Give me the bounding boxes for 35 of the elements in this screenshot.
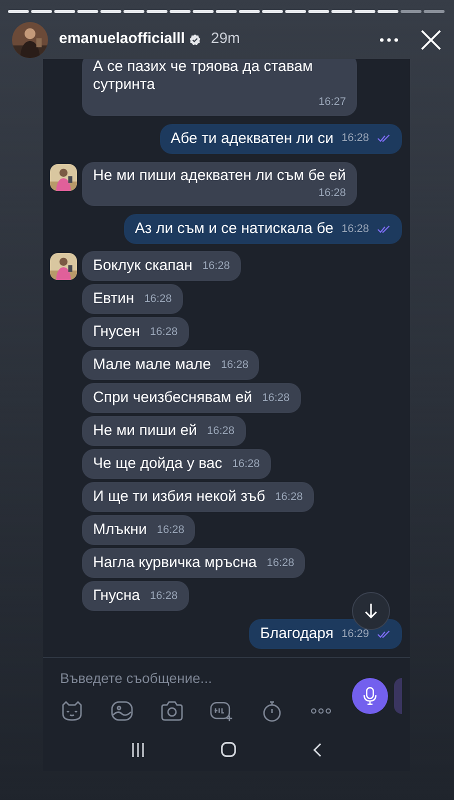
message-time: 16:28 [220, 358, 248, 373]
message-text: Гнусен [93, 322, 140, 342]
message-text: Благодаря [260, 624, 334, 644]
message-text: И ще ти избия некой зъб [93, 487, 266, 507]
message-text: Абе ти адекватен ли си [170, 128, 334, 148]
message-time: 16:28 [202, 258, 230, 274]
message-time: 16:28 [144, 292, 172, 307]
message-time: 16:28 [341, 222, 369, 237]
message-time: 16:28 [318, 186, 346, 200]
message-time: 16:28 [150, 324, 178, 340]
message-text: Не ми пиши ей [93, 421, 198, 441]
message-text: Спри чеизбеснявам ей [93, 388, 252, 408]
message-time: 16:28 [275, 490, 303, 505]
message-text: Аз ли съм и се натискала бе [134, 219, 334, 239]
message-text: А се пазих че тряова да ставам сутринта [93, 59, 314, 94]
message-text: Не ми пиши адекватен ли съм бе ей [93, 166, 346, 184]
message-text: Нагла курвичка мръсна [93, 553, 257, 573]
message-text: Че ще дойда у вас [93, 454, 222, 474]
message-time: 16:28 [150, 588, 178, 604]
message-text: Млъкни [93, 520, 147, 540]
message-time: 16:28 [266, 556, 294, 571]
message-field[interactable]: Въведете съобщение... [60, 668, 320, 689]
message-text: Боклук скапан [93, 256, 192, 276]
message-time: 16:28 [156, 522, 184, 538]
message-time: 16:28 [232, 456, 260, 472]
message-time: 16:28 [207, 424, 235, 439]
message-text: Мале мале мале [93, 355, 211, 375]
message-time: 16:28 [262, 390, 290, 406]
message-text: Гнусна [93, 586, 140, 606]
message-time: 16:29 [341, 626, 369, 642]
post-time: 29m [210, 29, 240, 50]
message-time: 16:28 [341, 131, 369, 146]
message-text: Евтин [93, 289, 134, 309]
username[interactable]: emanuelaofficialll [59, 28, 185, 51]
message-time: 16:27 [318, 95, 346, 110]
